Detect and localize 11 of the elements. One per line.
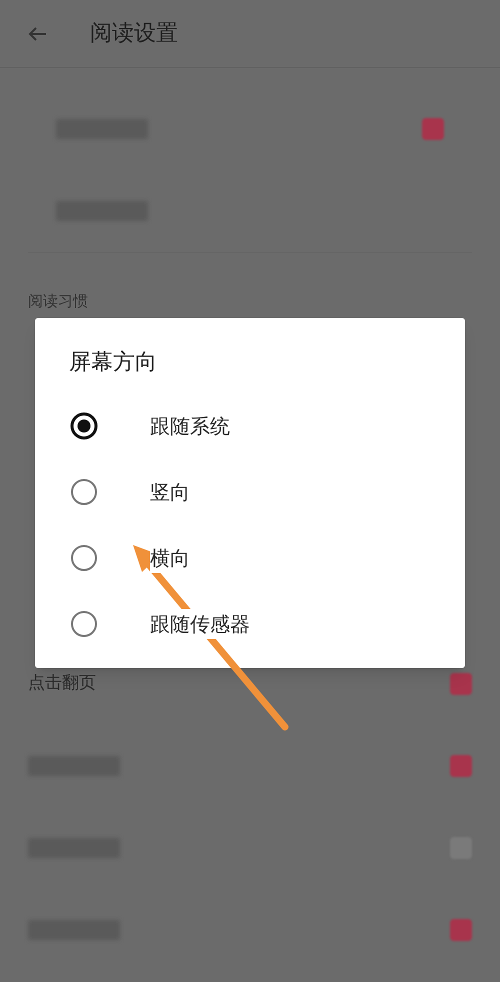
toggle-switch[interactable] (450, 919, 472, 941)
radio-option[interactable]: 跟随传感器 (35, 591, 465, 657)
toggle-switch[interactable] (422, 118, 444, 140)
section-header: 阅读习惯 (28, 292, 88, 310)
setting-label: 点击翻页 (28, 672, 96, 696)
toggle-switch[interactable] (450, 755, 472, 777)
radio-option[interactable]: 跟随系统 (35, 393, 465, 459)
radio-option[interactable]: 竖向 (35, 459, 465, 525)
page-title: 阅读设置 (90, 20, 178, 48)
toggle-switch[interactable] (450, 673, 472, 695)
dialog-title: 屏幕方向 (69, 350, 157, 375)
